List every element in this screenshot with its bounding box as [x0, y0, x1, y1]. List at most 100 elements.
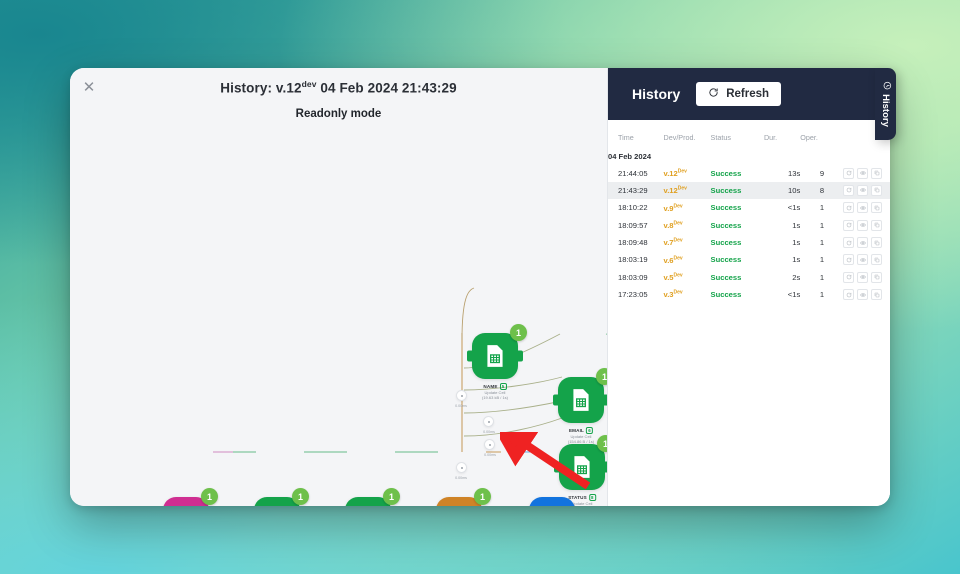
cell-version: v.12Dev [664, 182, 711, 199]
connection-label: 0.00ms [483, 430, 495, 434]
table-row[interactable]: 18:09:57v.8DevSuccess1s1 [608, 217, 890, 234]
history-window: ✕ History: v.12dev 04 Feb 2024 21:43:29 … [70, 68, 890, 506]
cell-time: 21:43:29 [608, 182, 664, 199]
copy-icon[interactable] [871, 168, 882, 179]
view-icon[interactable] [857, 185, 868, 196]
cell-operations-count: 1 [800, 217, 830, 234]
table-row[interactable]: 18:10:22v.9DevSuccess<1s1 [608, 199, 890, 216]
flow-node-name[interactable]: 1 NAME 5 Update Cell (19.63 kB / 1s) [472, 333, 518, 379]
cell-version: v.5Dev [664, 269, 711, 286]
side-tab-label: History [880, 94, 891, 127]
flow-node-http-request[interactable]: 9 HTTP request [529, 497, 575, 506]
cell-actions[interactable] [830, 269, 890, 286]
view-icon[interactable] [857, 272, 868, 283]
cell-actions[interactable] [830, 182, 890, 199]
history-panel-header: History Refresh [608, 68, 890, 120]
view-icon[interactable] [857, 289, 868, 300]
view-icon[interactable] [857, 202, 868, 213]
cell-version: v.6Dev [664, 251, 711, 268]
cell-operations-count: 9 [800, 164, 830, 181]
table-row[interactable]: 21:43:29v.12DevSuccess10s8 [608, 182, 890, 199]
spreadsheet-icon [482, 343, 508, 369]
cell-actions[interactable] [830, 251, 890, 268]
node-number: 5 [500, 383, 507, 390]
node-badge: 1 [201, 488, 218, 505]
view-icon[interactable] [857, 254, 868, 265]
cell-duration: 2s [764, 269, 800, 286]
flow-node-label: NAME 5 Update Cell (19.63 kB / 1s) [482, 383, 508, 400]
column-header-duration: Dur. [764, 130, 800, 149]
history-table-container[interactable]: Time Dev/Prod. Status Dur. Oper. 04 Feb … [608, 120, 890, 506]
connection-gear-icon[interactable] [456, 390, 467, 401]
connection-gear-icon[interactable] [484, 439, 495, 450]
cell-actions[interactable] [830, 164, 890, 181]
cell-duration: 10s [764, 182, 800, 199]
cell-operations-count: 1 [800, 286, 830, 303]
cell-duration: <1s [764, 199, 800, 216]
restore-icon[interactable] [843, 289, 854, 300]
cell-version: v.12Dev [664, 164, 711, 181]
flow-node-iterator[interactable]: 1 4 Iterator (72.00 B / 1s) [436, 497, 482, 506]
cell-actions[interactable] [830, 199, 890, 216]
cell-operations-count: 1 [800, 234, 830, 251]
flow-node-find-row[interactable]: 1 3 Find Row (68.00 B / 1s) [345, 497, 391, 506]
cell-actions[interactable] [830, 286, 890, 303]
flow-node-email[interactable]: 1 EMAIL 6 Update Cell (154.86 B / 1s) [558, 377, 604, 423]
cell-duration: <1s [764, 286, 800, 303]
node-size: (19.63 kB / 1s) [482, 395, 508, 400]
flow-node-status[interactable]: 1 STATUS 8 Update Cell (154.86 B / 1s) [559, 444, 605, 490]
restore-icon[interactable] [843, 185, 854, 196]
connection-gear-icon[interactable] [483, 416, 494, 427]
restore-icon[interactable] [843, 237, 854, 248]
copy-icon[interactable] [871, 220, 882, 231]
cell-time: 18:09:48 [608, 234, 664, 251]
table-row[interactable]: 21:44:05v.12DevSuccess13s9 [608, 164, 890, 181]
copy-icon[interactable] [871, 272, 882, 283]
copy-icon[interactable] [871, 237, 882, 248]
column-header-devprod: Dev/Prod. [664, 130, 711, 149]
side-tab-history[interactable]: History [875, 68, 896, 140]
node-number: 6 [586, 427, 593, 434]
restore-icon[interactable] [843, 202, 854, 213]
cell-duration: 1s [764, 251, 800, 268]
column-header-status: Status [711, 130, 764, 149]
table-row[interactable]: 17:23:05v.3DevSuccess<1s1 [608, 286, 890, 303]
copy-icon[interactable] [871, 202, 882, 213]
refresh-label: Refresh [726, 88, 769, 100]
copy-icon[interactable] [871, 185, 882, 196]
restore-icon[interactable] [843, 220, 854, 231]
cell-status: Success [711, 199, 764, 216]
cell-version: v.9Dev [664, 199, 711, 216]
cell-duration: 13s [764, 164, 800, 181]
cell-status: Success [711, 217, 764, 234]
history-date-label: 04 Feb 2024 [608, 149, 890, 164]
copy-icon[interactable] [871, 254, 882, 265]
view-icon[interactable] [857, 168, 868, 179]
restore-icon[interactable] [843, 272, 854, 283]
cell-actions[interactable] [830, 217, 890, 234]
spreadsheet-icon [568, 387, 594, 413]
flow-node-trigger-on-webhook[interactable]: 1 1 Trigger on Webhook [163, 497, 209, 506]
cell-operations-count: 1 [800, 199, 830, 216]
view-icon[interactable] [857, 220, 868, 231]
cell-status: Success [711, 286, 764, 303]
restore-icon[interactable] [843, 254, 854, 265]
view-icon[interactable] [857, 237, 868, 248]
spreadsheet-icon [569, 454, 595, 480]
table-row[interactable]: 18:03:09v.5DevSuccess2s1 [608, 269, 890, 286]
node-badge: 1 [597, 435, 607, 452]
workflow-graph: 1 1 Trigger on Webhook 1 2 Add Single Ro… [70, 68, 607, 506]
cell-status: Success [711, 164, 764, 181]
cell-actions[interactable] [830, 234, 890, 251]
node-badge: 1 [383, 488, 400, 505]
copy-icon[interactable] [871, 289, 882, 300]
connection-gear-icon[interactable] [456, 462, 467, 473]
cell-version: v.3Dev [664, 286, 711, 303]
flow-node-add-single-row[interactable]: 1 2 Add Single Row (157.00 B / 1s) [254, 497, 300, 506]
table-row[interactable]: 18:03:19v.6DevSuccess1s1 [608, 251, 890, 268]
clock-icon [880, 81, 892, 90]
node-badge: 1 [596, 368, 607, 385]
table-row[interactable]: 18:09:48v.7DevSuccess1s1 [608, 234, 890, 251]
restore-icon[interactable] [843, 168, 854, 179]
refresh-button[interactable]: Refresh [696, 82, 781, 106]
